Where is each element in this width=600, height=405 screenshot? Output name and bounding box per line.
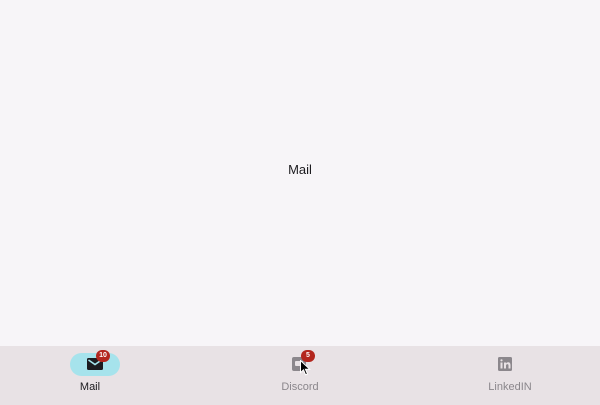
nav-item-label: Mail [79, 381, 101, 393]
nav-item-mail[interactable]: 10 Mail [0, 346, 200, 405]
main-content: Mail [0, 0, 600, 346]
notification-badge: 10 [96, 350, 110, 362]
page-title: Mail [288, 162, 312, 177]
nav-item-label: LinkedIN [488, 381, 532, 393]
mouse-cursor-icon [300, 360, 311, 376]
linkedin-icon [498, 357, 512, 371]
nav-item-linkedin[interactable]: LinkedIN [400, 346, 600, 405]
nav-item-label: Discord [281, 381, 319, 393]
